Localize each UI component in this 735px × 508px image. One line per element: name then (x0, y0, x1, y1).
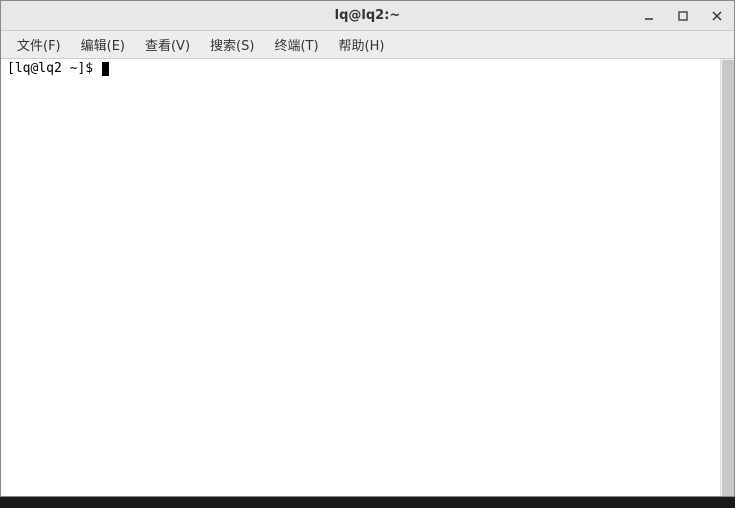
titlebar[interactable]: lq@lq2:~ (1, 1, 734, 31)
minimize-button[interactable] (632, 1, 666, 31)
menu-view[interactable]: 查看(V) (135, 32, 200, 57)
window-controls (632, 1, 734, 30)
terminal-content[interactable]: [lq@lq2 ~]$ (1, 59, 734, 496)
shell-prompt: [lq@lq2 ~]$ (7, 61, 101, 76)
close-icon (712, 11, 722, 21)
menu-terminal[interactable]: 终端(T) (264, 32, 328, 57)
maximize-icon (678, 11, 688, 21)
window-title: lq@lq2:~ (1, 8, 734, 23)
menubar: 文件(F) 编辑(E) 查看(V) 搜索(S) 终端(T) 帮助(H) (1, 31, 734, 59)
vertical-scrollbar[interactable] (720, 59, 734, 496)
maximize-button[interactable] (666, 1, 700, 31)
menu-search[interactable]: 搜索(S) (200, 32, 264, 57)
text-cursor (102, 62, 109, 76)
terminal-window: lq@lq2:~ 文件(F) 编辑(E) 查看(V) (0, 0, 735, 497)
menu-file[interactable]: 文件(F) (7, 32, 71, 57)
scrollbar-thumb[interactable] (722, 60, 734, 496)
close-button[interactable] (700, 1, 734, 31)
menu-help[interactable]: 帮助(H) (329, 32, 395, 57)
minimize-icon (644, 11, 654, 21)
menu-edit[interactable]: 编辑(E) (71, 32, 135, 57)
